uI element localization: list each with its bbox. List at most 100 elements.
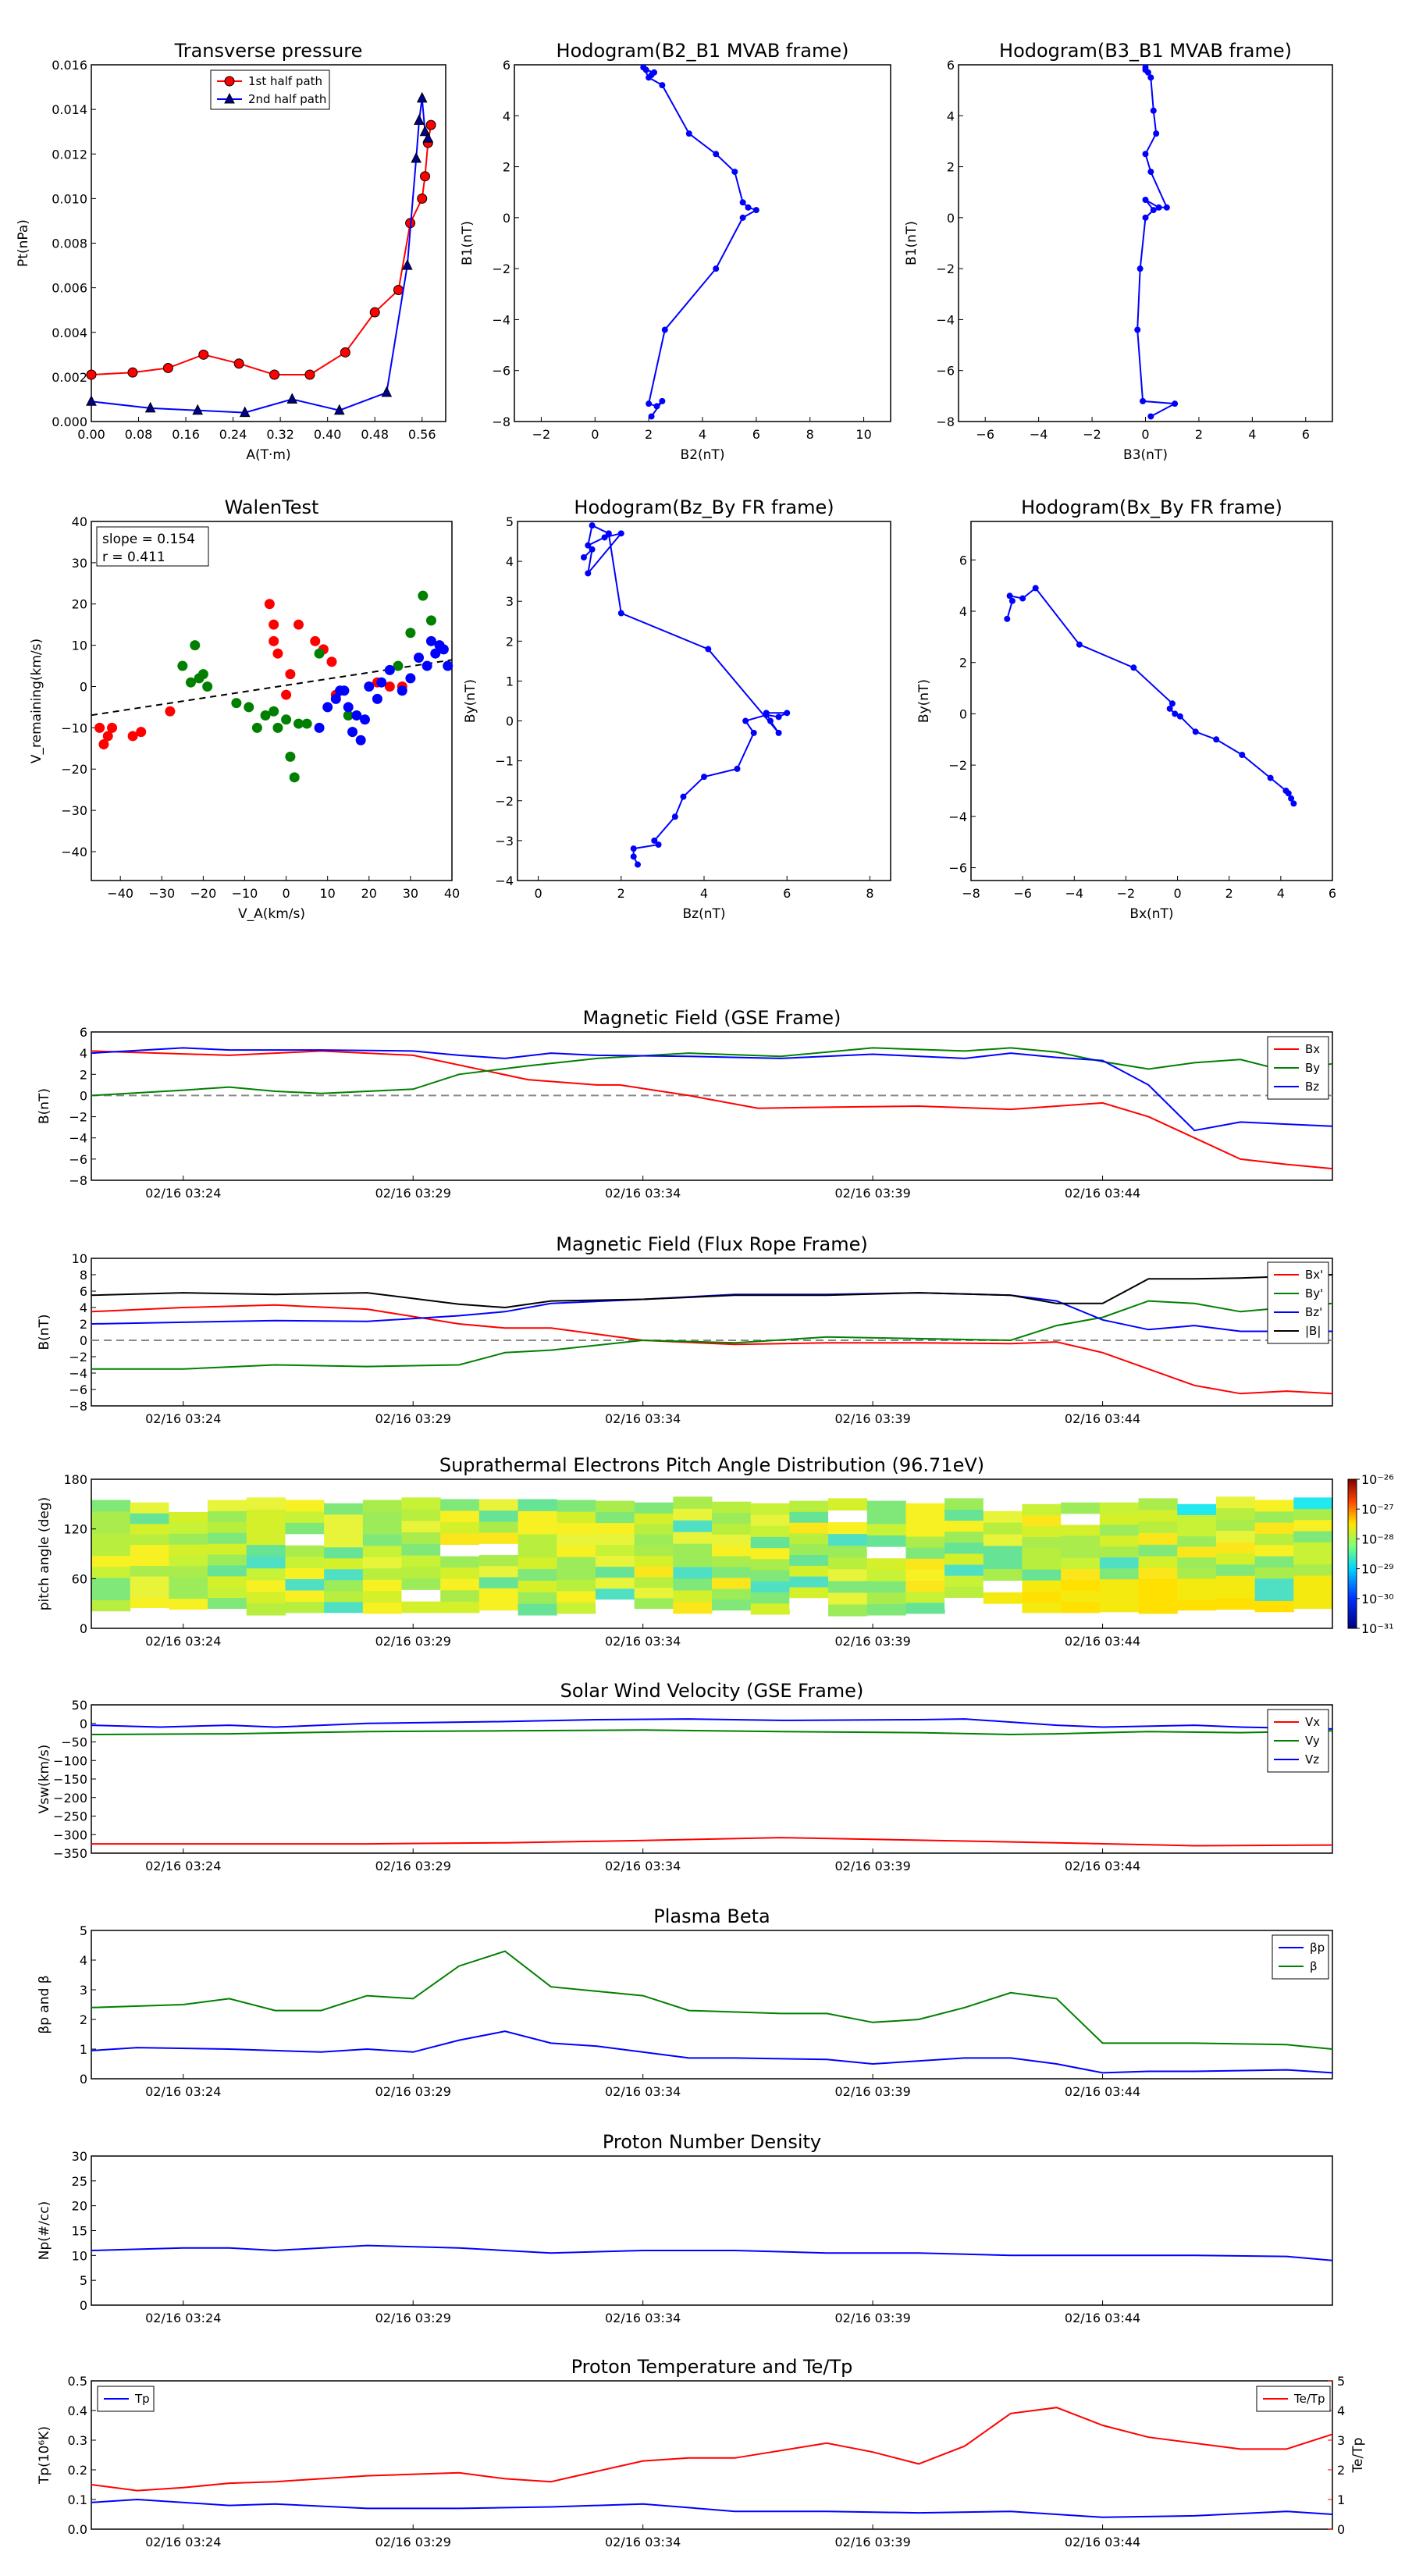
beta-xtick-label: 02/16 03:34 [605, 2084, 681, 2099]
h3-series-point [750, 729, 757, 736]
bgse-ytick-label: 2 [80, 1067, 87, 1082]
h3-frame [517, 521, 891, 881]
walen-xtick-label: 10 [320, 886, 336, 901]
pt-series-2-point [86, 395, 97, 406]
np-ytick-label: 25 [72, 2174, 87, 2189]
h4-series-point [1192, 728, 1199, 735]
h4-series-point [1004, 615, 1011, 622]
walen-ytick-label: −20 [61, 762, 87, 777]
bgse-ylabel: B(nT) [37, 1088, 52, 1124]
h2-title: Hodogram(B3_B1 MVAB frame) [999, 40, 1292, 62]
pad-cell [324, 1503, 364, 1515]
pad-xtick-label: 02/16 03:39 [834, 1634, 910, 1649]
walen-point-blue [372, 693, 382, 704]
h3-series-point [630, 853, 637, 860]
pad-cell [944, 1520, 984, 1532]
pad-cell [634, 1597, 674, 1610]
pad-cell [1177, 1514, 1217, 1526]
bgse-xtick-label: 02/16 03:39 [834, 1186, 910, 1201]
pt-ytick-label: 0.002 [52, 370, 87, 385]
pad-cell [1293, 1508, 1333, 1521]
walen-point-blue [405, 673, 416, 684]
pad-cell [750, 1592, 790, 1604]
beta-legend-label: β [1310, 1959, 1318, 1973]
vsw-ytick-label: 0 [80, 1717, 87, 1731]
bgse-legend-label: Bx [1305, 1042, 1320, 1056]
pad-cell [91, 1599, 131, 1612]
pad-cell [1138, 1578, 1178, 1591]
pad-cell [557, 1511, 596, 1524]
np-xtick-label: 02/16 03:39 [834, 2311, 910, 2325]
bgse-title: Magnetic Field (GSE Frame) [583, 1007, 841, 1029]
pad-cell [905, 1591, 945, 1603]
pad-cell [595, 1566, 635, 1578]
h3-series-point [701, 774, 707, 781]
pad-cell [1215, 1519, 1256, 1532]
pad-cell [944, 1498, 984, 1510]
pt-series-1-point [369, 307, 380, 318]
pad-cell [362, 1602, 402, 1614]
pad-cell [440, 1589, 480, 1602]
h1-xtick-label: −2 [532, 427, 551, 442]
h2-xtick-label: 4 [1248, 427, 1256, 442]
pad-cell [1061, 1535, 1101, 1547]
pt-ytick-label: 0.006 [52, 281, 87, 296]
tp-ytick2-label: 1 [1337, 2492, 1345, 2507]
pad-cell [208, 1532, 247, 1544]
pad-cell [324, 1546, 364, 1559]
h2-series-point [1136, 265, 1144, 272]
pt-legend-marker-1 [224, 76, 235, 87]
pad-cell [324, 1590, 364, 1603]
h1-series-point [646, 400, 653, 407]
walen-point-red [269, 619, 279, 630]
h2-ytick-label: −6 [936, 364, 955, 379]
walen-point-blue [322, 702, 333, 713]
pad-cell [983, 1603, 1023, 1616]
h3-series-point [601, 534, 608, 541]
pad-cell [440, 1499, 480, 1511]
vsw-ytick-label: −200 [53, 1791, 87, 1806]
h2-ylabel: B1(nT) [904, 221, 919, 265]
h3-series-point [775, 729, 782, 736]
pad-cell [246, 1521, 286, 1534]
pad-cell [401, 1555, 441, 1567]
vsw-ylabel: Vsw(km/s) [37, 1745, 52, 1814]
pad-cell [557, 1534, 596, 1546]
pad-cell [208, 1586, 247, 1599]
pad-cell [712, 1556, 752, 1567]
h3-series-point [705, 646, 712, 653]
h4-frame [970, 521, 1333, 881]
pad-cell [634, 1545, 674, 1557]
bfr-xtick-label: 02/16 03:44 [1065, 1411, 1140, 1426]
pad-cell [440, 1533, 480, 1546]
pad-cell [440, 1510, 480, 1523]
h4-series-point [1076, 641, 1083, 648]
beta-ytick-label: 0 [80, 2072, 87, 2087]
tp-ytick-label: 0.2 [68, 2463, 87, 2478]
pad-cell [1177, 1589, 1217, 1600]
h2-ytick-label: 4 [947, 109, 955, 123]
pt-xtick-label: 0.16 [172, 427, 200, 442]
pad-cell [401, 1601, 441, 1614]
h3-xtick-label: 4 [700, 886, 708, 901]
bfr-ytick-label: 8 [80, 1268, 87, 1283]
pad-cell [91, 1521, 131, 1534]
pt-ytick-label: 0.004 [52, 326, 87, 340]
pad-cell [208, 1510, 247, 1522]
h2-series-point [1163, 204, 1170, 211]
pt-xtick-label: 0.40 [314, 427, 342, 442]
pad-cell [983, 1568, 1023, 1581]
vsw-ytick-label: −350 [53, 1846, 87, 1861]
vsw-xtick-label: 02/16 03:29 [375, 1859, 451, 1873]
h2-xtick-label: −4 [1030, 427, 1048, 442]
walen-point-green [425, 615, 436, 626]
vsw-xtick-label: 02/16 03:44 [1065, 1859, 1140, 1873]
beta-ytick-label: 2 [80, 2012, 87, 2027]
walen-point-green [281, 714, 292, 725]
pad-cell [1022, 1503, 1062, 1516]
pad-cell [634, 1534, 674, 1546]
tp-ytick-label: 0.5 [68, 2374, 87, 2389]
h4-xtick-label: −6 [1013, 886, 1032, 901]
pad-cell [1254, 1544, 1294, 1557]
pad-cell [1099, 1535, 1140, 1547]
